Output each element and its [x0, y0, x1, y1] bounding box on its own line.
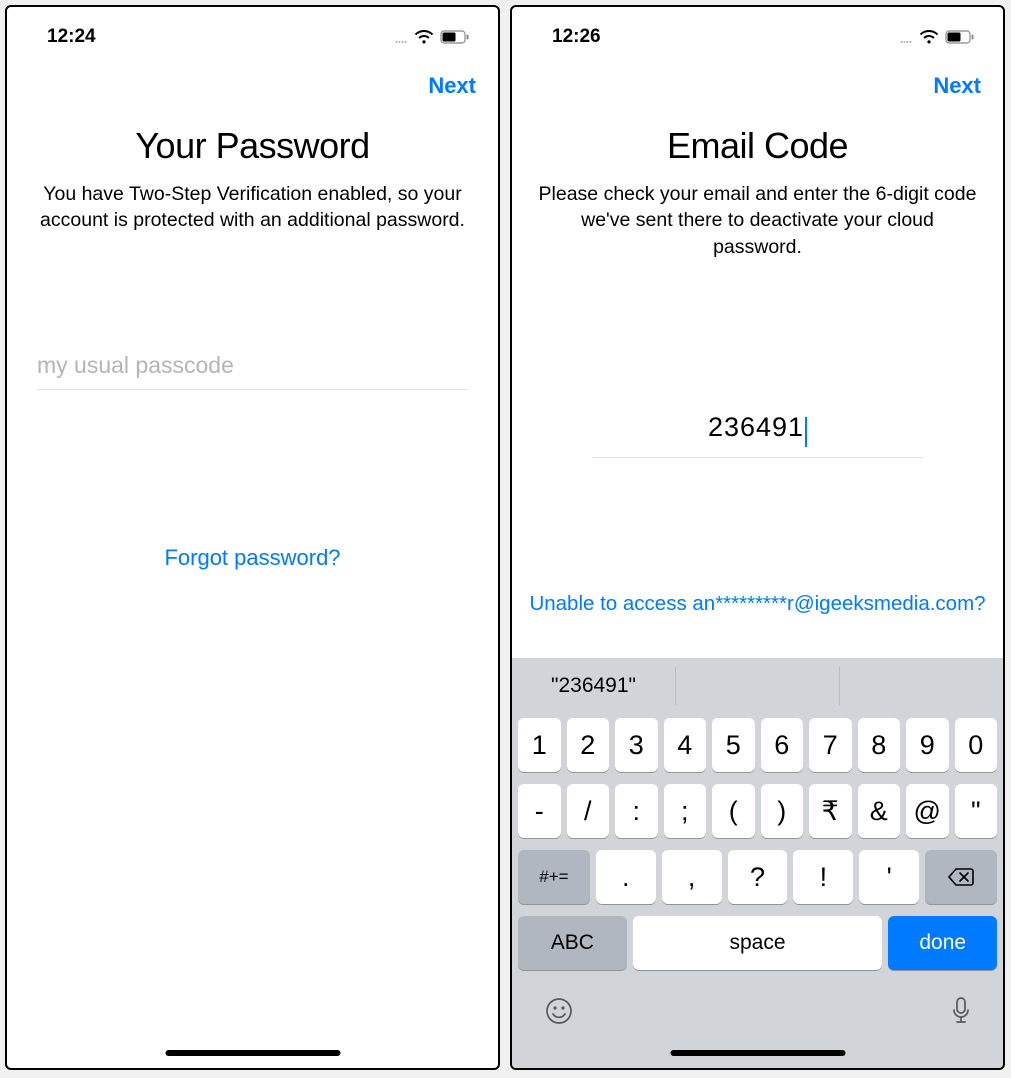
key-apostrophe[interactable]: ' [859, 850, 919, 904]
next-button[interactable]: Next [428, 73, 476, 99]
key-2[interactable]: 2 [567, 718, 610, 772]
code-value: 236491 [708, 412, 804, 443]
suggestion-empty[interactable] [676, 667, 840, 705]
password-input[interactable]: my usual passcode [37, 352, 468, 390]
key-period[interactable]: . [596, 850, 656, 904]
suggestion-empty[interactable] [840, 667, 1003, 705]
key-semicolon[interactable]: ; [664, 784, 707, 838]
keyboard-row-4: ABC space done [512, 916, 1003, 970]
forgot-password-link[interactable]: Forgot password? [7, 545, 498, 571]
key-quote[interactable]: " [955, 784, 998, 838]
key-4[interactable]: 4 [664, 718, 707, 772]
text-cursor [805, 417, 807, 447]
key-7[interactable]: 7 [809, 718, 852, 772]
status-time: 12:24 [47, 26, 96, 48]
cellular-dots-icon: .... [899, 27, 911, 48]
key-space[interactable]: space [633, 916, 883, 970]
page-subtitle: You have Two-Step Verification enabled, … [7, 167, 498, 234]
home-indicator[interactable] [670, 1050, 845, 1056]
key-rupee[interactable]: ₹ [809, 784, 852, 838]
phone-screen-emailcode: 12:26 .... Next Email Code Please check … [510, 5, 1005, 1070]
key-1[interactable]: 1 [518, 718, 561, 772]
status-indicators: .... [899, 27, 975, 48]
next-button[interactable]: Next [933, 73, 981, 99]
keyboard: "236491" 1 2 3 4 5 6 7 8 9 0 - / : ; ( )… [512, 658, 1003, 1068]
page-subtitle: Please check your email and enter the 6-… [512, 167, 1003, 260]
page-title: Your Password [7, 125, 498, 167]
key-question[interactable]: ? [728, 850, 788, 904]
key-0[interactable]: 0 [955, 718, 998, 772]
key-symbols[interactable]: #+= [518, 850, 590, 904]
key-paren-close[interactable]: ) [761, 784, 804, 838]
backspace-icon [947, 867, 975, 887]
status-indicators: .... [394, 27, 470, 48]
key-9[interactable]: 9 [906, 718, 949, 772]
phone-screen-password: 12:24 .... Next Your Password You have T… [5, 5, 500, 1070]
key-ampersand[interactable]: & [858, 784, 901, 838]
wifi-icon [414, 30, 434, 45]
wifi-icon [919, 30, 939, 45]
home-indicator[interactable] [165, 1050, 340, 1056]
key-comma[interactable]: , [662, 850, 722, 904]
key-8[interactable]: 8 [858, 718, 901, 772]
page-title: Email Code [512, 125, 1003, 167]
status-bar: 12:26 .... [512, 7, 1003, 55]
key-5[interactable]: 5 [712, 718, 755, 772]
key-done[interactable]: done [888, 916, 997, 970]
nav-bar: Next [512, 55, 1003, 107]
battery-icon [945, 30, 975, 44]
key-abc[interactable]: ABC [518, 916, 627, 970]
battery-icon [440, 30, 470, 44]
key-paren-open[interactable]: ( [712, 784, 755, 838]
key-backspace[interactable] [925, 850, 997, 904]
keyboard-row-3: #+= . , ? ! ' [512, 850, 1003, 904]
unable-access-link[interactable]: Unable to access an*********r@igeeksmedi… [512, 592, 1003, 616]
key-slash[interactable]: / [567, 784, 610, 838]
nav-bar: Next [7, 55, 498, 107]
suggestion[interactable]: "236491" [512, 667, 676, 705]
cellular-dots-icon: .... [394, 27, 406, 48]
key-3[interactable]: 3 [615, 718, 658, 772]
key-dash[interactable]: - [518, 784, 561, 838]
keyboard-bottom-row [512, 982, 1003, 1026]
keyboard-row-1: 1 2 3 4 5 6 7 8 9 0 [512, 718, 1003, 772]
key-colon[interactable]: : [615, 784, 658, 838]
status-bar: 12:24 .... [7, 7, 498, 55]
key-exclaim[interactable]: ! [793, 850, 853, 904]
key-6[interactable]: 6 [761, 718, 804, 772]
mic-icon[interactable] [951, 996, 971, 1026]
code-input[interactable]: 236491 [592, 412, 923, 458]
key-at[interactable]: @ [906, 784, 949, 838]
password-placeholder: my usual passcode [37, 352, 234, 378]
suggestion-bar: "236491" [512, 658, 1003, 714]
keyboard-row-2: - / : ; ( ) ₹ & @ " [512, 784, 1003, 838]
status-time: 12:26 [552, 26, 601, 48]
emoji-icon[interactable] [544, 996, 574, 1026]
